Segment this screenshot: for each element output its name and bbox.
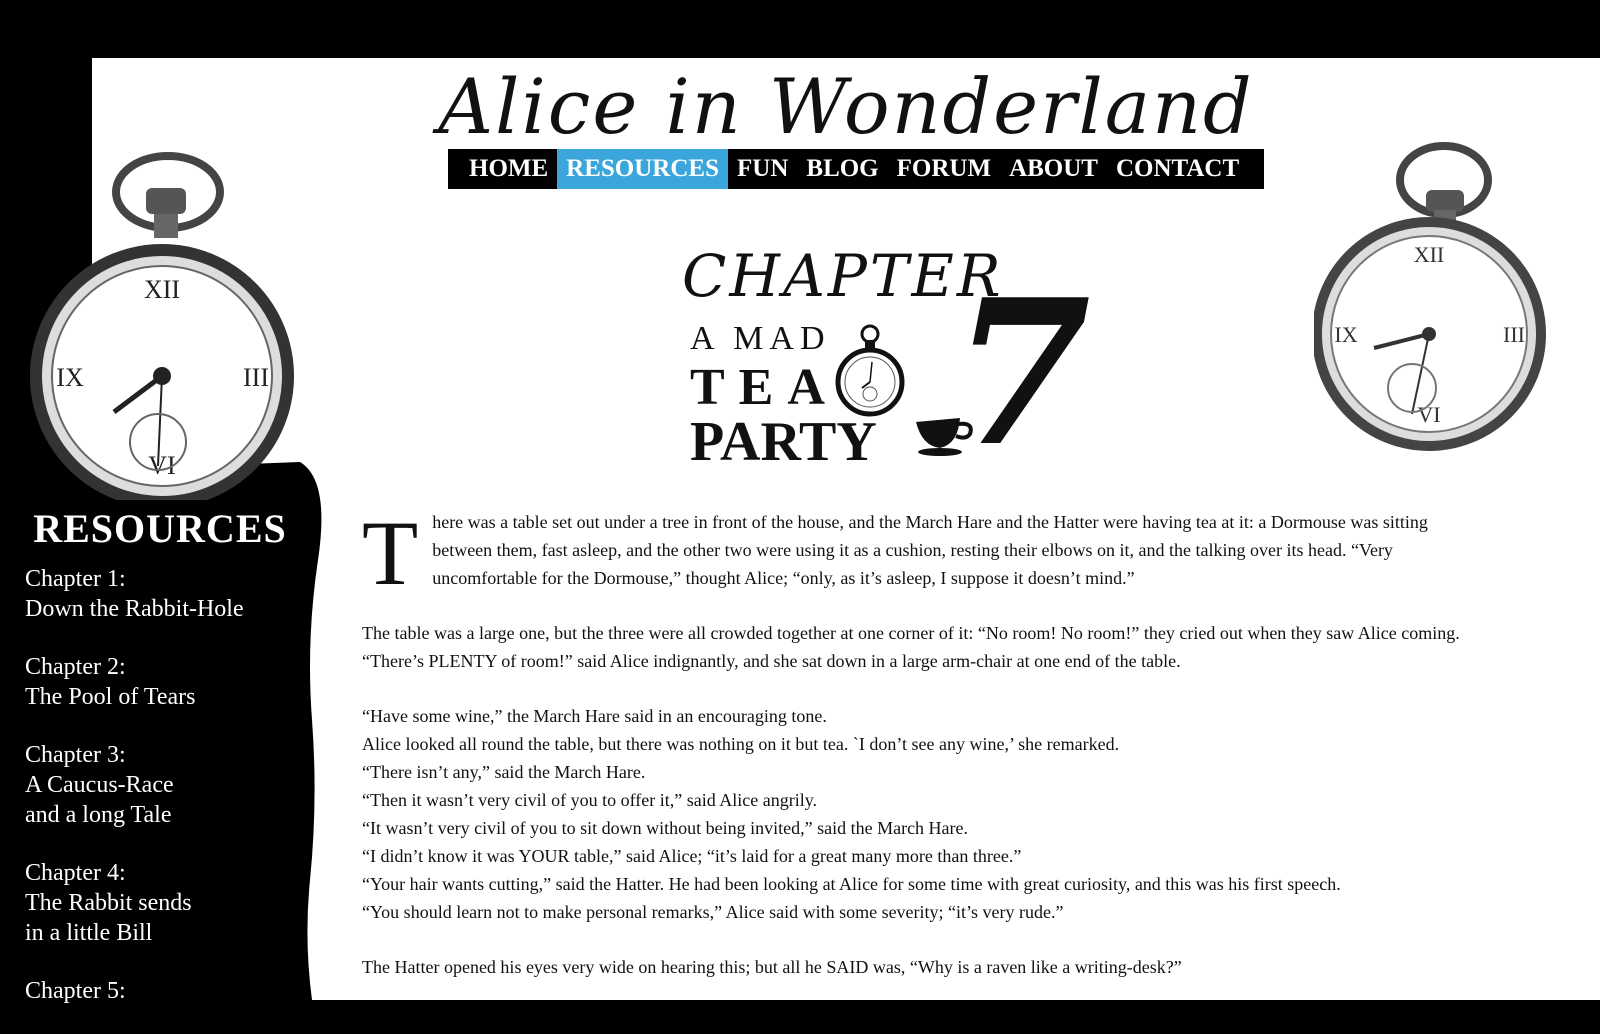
sidebar-item-title-cont: and a long Tale: [25, 802, 172, 828]
sidebar-item-title: A Caucus-Race: [25, 772, 174, 798]
sidebar-item-title-cont: in a little Bill: [25, 920, 153, 946]
article-paragraph-2: The table was a large one, but the three…: [362, 623, 1460, 671]
dialogue-line: Alice looked all round the table, but th…: [362, 734, 1120, 754]
svg-text:IX: IX: [1334, 322, 1357, 347]
nav-resources[interactable]: RESOURCES: [557, 149, 728, 189]
sidebar-item-label: Chapter 1:: [25, 566, 126, 592]
sidebar-item-label: Chapter 5:: [25, 978, 126, 1004]
chapter-title-line2: TEA: [690, 359, 839, 416]
main-nav: HOME RESOURCES FUN BLOG FORUM ABOUT CONT…: [448, 149, 1264, 189]
nav-contact[interactable]: CONTACT: [1107, 149, 1248, 189]
article-paragraph-4: The Hatter opened his eyes very wide on …: [362, 957, 1182, 977]
small-pocket-watch-icon: [835, 324, 905, 417]
article-paragraph-1-text: here was a table set out under a tree in…: [432, 512, 1428, 588]
sidebar-item-title: The Rabbit sends: [25, 890, 192, 916]
nav-forum[interactable]: FORUM: [888, 149, 1000, 189]
sidebar-item-chapter-1[interactable]: Chapter 1: Down the Rabbit-Hole: [0, 564, 320, 624]
dialogue-line: “I didn’t know it was YOUR table,” said …: [362, 846, 1022, 866]
svg-text:XII: XII: [1414, 242, 1445, 267]
chapter-title-line3: PARTY: [690, 411, 877, 473]
pocket-watch-right-icon: XII III VI IX: [1314, 142, 1546, 451]
nav-blog[interactable]: BLOG: [797, 149, 887, 189]
chapter-title-line1: A MAD: [690, 320, 831, 357]
dialogue-line: “You should learn not to make personal r…: [362, 902, 1064, 922]
sidebar-item-title: Down the Rabbit-Hole: [25, 596, 244, 622]
article-dialogue: “Have some wine,” the March Hare said in…: [362, 702, 1470, 926]
dialogue-line: “It wasn’t very civil of you to sit down…: [362, 818, 969, 838]
sidebar-item-chapter-3[interactable]: Chapter 3: A Caucus-Race and a long Tale: [0, 740, 320, 830]
sidebar-item-title: The Pool of Tears: [25, 684, 196, 710]
svg-text:III: III: [1503, 322, 1525, 347]
sidebar-item-chapter-2[interactable]: Chapter 2: The Pool of Tears: [0, 652, 320, 712]
dialogue-line: “Then it wasn’t very civil of you to off…: [362, 790, 818, 810]
nav-home[interactable]: HOME: [460, 149, 557, 189]
nav-fun[interactable]: FUN: [728, 149, 797, 189]
dialogue-line: “There isn’t any,” said the March Hare.: [362, 762, 646, 782]
teacup-icon: [916, 418, 973, 456]
dropcap: T: [362, 502, 419, 604]
chapter-number: 7: [952, 256, 1092, 491]
svg-text:IX: IX: [56, 363, 84, 392]
dialogue-line: “Your hair wants cutting,” said the Hatt…: [362, 874, 1341, 894]
sidebar-item-label: Chapter 3:: [25, 742, 126, 768]
sidebar-item-chapter-4[interactable]: Chapter 4: The Rabbit sends in a little …: [0, 858, 320, 948]
sidebar-item-label: Chapter 2:: [25, 654, 126, 680]
article-content: There was a table set out under a tree i…: [362, 502, 1470, 981]
dialogue-line: “Have some wine,” the March Hare said in…: [362, 706, 827, 726]
article-paragraph-1: There was a table set out under a tree i…: [362, 502, 1470, 604]
sidebar-item-chapter-5[interactable]: Chapter 5:: [0, 976, 320, 1006]
sidebar-item-label: Chapter 4:: [25, 860, 126, 886]
nav-about[interactable]: ABOUT: [1000, 149, 1107, 189]
